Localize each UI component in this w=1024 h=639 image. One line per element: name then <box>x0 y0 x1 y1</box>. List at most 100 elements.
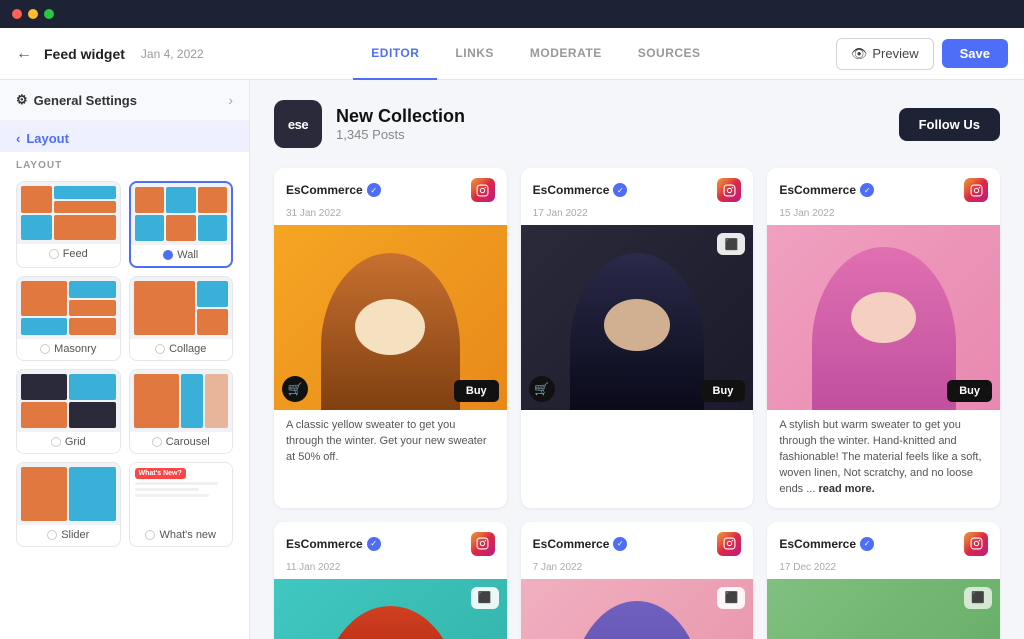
layout-item-whatsnew[interactable]: What's New? What's new <box>129 462 234 547</box>
page-title: Feed widget <box>44 46 125 62</box>
posts-grid: EsCommerce ✓ 31 Jan 2022 🛒 Buy A classic… <box>274 168 1000 639</box>
layout-item-carousel[interactable]: Carousel <box>129 369 234 454</box>
tab-sources[interactable]: SOURCES <box>620 28 719 80</box>
buy-button-3[interactable]: Buy <box>947 380 992 402</box>
cart-icon-2[interactable]: 🛒 <box>529 376 555 402</box>
layout-thumb-wall <box>131 183 232 245</box>
radio-whatsnew <box>145 530 155 540</box>
chevron-right-icon: › <box>228 92 233 108</box>
media-badge-5: ⬛ <box>717 587 745 609</box>
radio-wall <box>163 250 173 260</box>
topnav-tabs: EDITOR LINKS MODERATE SOURCES <box>236 28 836 80</box>
widget-info: New Collection 1,345 Posts <box>336 106 465 142</box>
gear-icon: ⚙ <box>16 92 28 108</box>
media-badge-2: ⬛ <box>717 233 745 255</box>
post-image-6: ⬛ <box>767 579 1000 639</box>
widget-header: ese New Collection 1,345 Posts Follow Us <box>274 100 1000 148</box>
post-caption-3: A stylish but warm sweater to get you th… <box>767 410 1000 508</box>
tab-editor[interactable]: EDITOR <box>353 28 437 80</box>
close-dot[interactable] <box>12 9 22 19</box>
follow-button[interactable]: Follow Us <box>899 108 1000 141</box>
post-header-3: EsCommerce ✓ <box>767 168 1000 208</box>
post-card-3: EsCommerce ✓ 15 Jan 2022 Buy A stylish b… <box>767 168 1000 508</box>
general-settings-section[interactable]: ⚙ General Settings › <box>0 80 249 121</box>
radio-carousel <box>152 437 162 447</box>
layout-name-slider: Slider <box>17 525 120 546</box>
minimize-dot[interactable] <box>28 9 38 19</box>
post-header-1: EsCommerce ✓ <box>274 168 507 208</box>
instagram-icon-3 <box>964 178 988 202</box>
tab-moderate[interactable]: MODERATE <box>512 28 620 80</box>
post-date-3: 15 Jan 2022 <box>767 208 1000 225</box>
layout-section-label: LAYOUT <box>0 152 249 175</box>
radio-slider <box>47 530 57 540</box>
verified-icon-2: ✓ <box>613 183 627 197</box>
layout-item-masonry[interactable]: Masonry <box>16 276 121 361</box>
post-author-3: EsCommerce ✓ <box>779 183 874 197</box>
post-author-6: EsCommerce ✓ <box>779 537 874 551</box>
radio-masonry <box>40 344 50 354</box>
post-card-6: EsCommerce ✓ 17 Dec 2022 ⬛ <box>767 522 1000 639</box>
layout-item-wall[interactable]: Wall <box>129 181 234 268</box>
layout-item-slider[interactable]: Slider <box>16 462 121 547</box>
eye-icon: 👁 <box>851 46 868 62</box>
content-area: ese New Collection 1,345 Posts Follow Us… <box>250 80 1024 639</box>
widget-posts-count: 1,345 Posts <box>336 127 465 142</box>
topnav-left: ← Feed widget Jan 4, 2022 <box>16 45 236 63</box>
post-header-2: EsCommerce ✓ <box>521 168 754 208</box>
post-date-6: 17 Dec 2022 <box>767 562 1000 579</box>
tab-links[interactable]: LINKS <box>437 28 512 80</box>
cart-icon-1[interactable]: 🛒 <box>282 376 308 402</box>
post-date-2: 17 Jan 2022 <box>521 208 754 225</box>
buy-button-1[interactable]: Buy <box>454 380 499 402</box>
post-author-5: EsCommerce ✓ <box>533 537 628 551</box>
post-header-4: EsCommerce ✓ <box>274 522 507 562</box>
widget-name: New Collection <box>336 106 465 127</box>
layout-item-collage[interactable]: Collage <box>129 276 234 361</box>
page-date: Jan 4, 2022 <box>141 47 204 61</box>
layout-thumb-carousel <box>130 370 233 432</box>
post-image-4: ⬛ <box>274 579 507 639</box>
maximize-dot[interactable] <box>44 9 54 19</box>
radio-grid <box>51 437 61 447</box>
layout-grid: Feed Wall <box>0 175 249 559</box>
sidebar: ⚙ General Settings › ‹ Layout LAYOUT <box>0 80 250 639</box>
layout-thumb-feed <box>17 182 120 244</box>
layout-name-wall: Wall <box>131 245 232 266</box>
post-header-5: EsCommerce ✓ <box>521 522 754 562</box>
post-image-5: ⬛ <box>521 579 754 639</box>
post-date-4: 11 Jan 2022 <box>274 562 507 579</box>
back-button[interactable]: ← <box>16 45 32 63</box>
radio-feed <box>49 249 59 259</box>
layout-section-header[interactable]: ‹ Layout <box>0 121 249 152</box>
preview-button[interactable]: 👁 Preview <box>836 38 934 70</box>
post-image-3: Buy <box>767 225 1000 410</box>
buy-button-2[interactable]: Buy <box>701 380 746 402</box>
layout-name-grid: Grid <box>17 432 120 453</box>
verified-icon-6: ✓ <box>860 537 874 551</box>
layout-item-grid[interactable]: Grid <box>16 369 121 454</box>
topnav: ← Feed widget Jan 4, 2022 EDITOR LINKS M… <box>0 28 1024 80</box>
radio-collage <box>155 344 165 354</box>
layout-name-masonry: Masonry <box>17 339 120 360</box>
layout-name-whatsnew: What's new <box>130 525 233 546</box>
layout-thumb-grid <box>17 370 120 432</box>
media-badge-4: ⬛ <box>471 587 499 609</box>
save-button[interactable]: Save <box>942 39 1008 68</box>
layout-name-collage: Collage <box>130 339 233 360</box>
post-author-4: EsCommerce ✓ <box>286 537 381 551</box>
topnav-right: 👁 Preview Save <box>836 38 1008 70</box>
post-author-1: EsCommerce ✓ <box>286 183 381 197</box>
titlebar <box>0 0 1024 28</box>
post-header-6: EsCommerce ✓ <box>767 522 1000 562</box>
instagram-icon-4 <box>471 532 495 556</box>
main-layout: ⚙ General Settings › ‹ Layout LAYOUT <box>0 80 1024 639</box>
post-image-2: ⬛ 🛒 Buy <box>521 225 754 410</box>
layout-name-feed: Feed <box>17 244 120 265</box>
post-card-2: EsCommerce ✓ 17 Jan 2022 ⬛ 🛒 Buy <box>521 168 754 508</box>
verified-icon-3: ✓ <box>860 183 874 197</box>
read-more-3[interactable]: read more. <box>818 483 874 495</box>
post-date-5: 7 Jan 2022 <box>521 562 754 579</box>
layout-item-feed[interactable]: Feed <box>16 181 121 268</box>
layout-thumb-masonry <box>17 277 120 339</box>
